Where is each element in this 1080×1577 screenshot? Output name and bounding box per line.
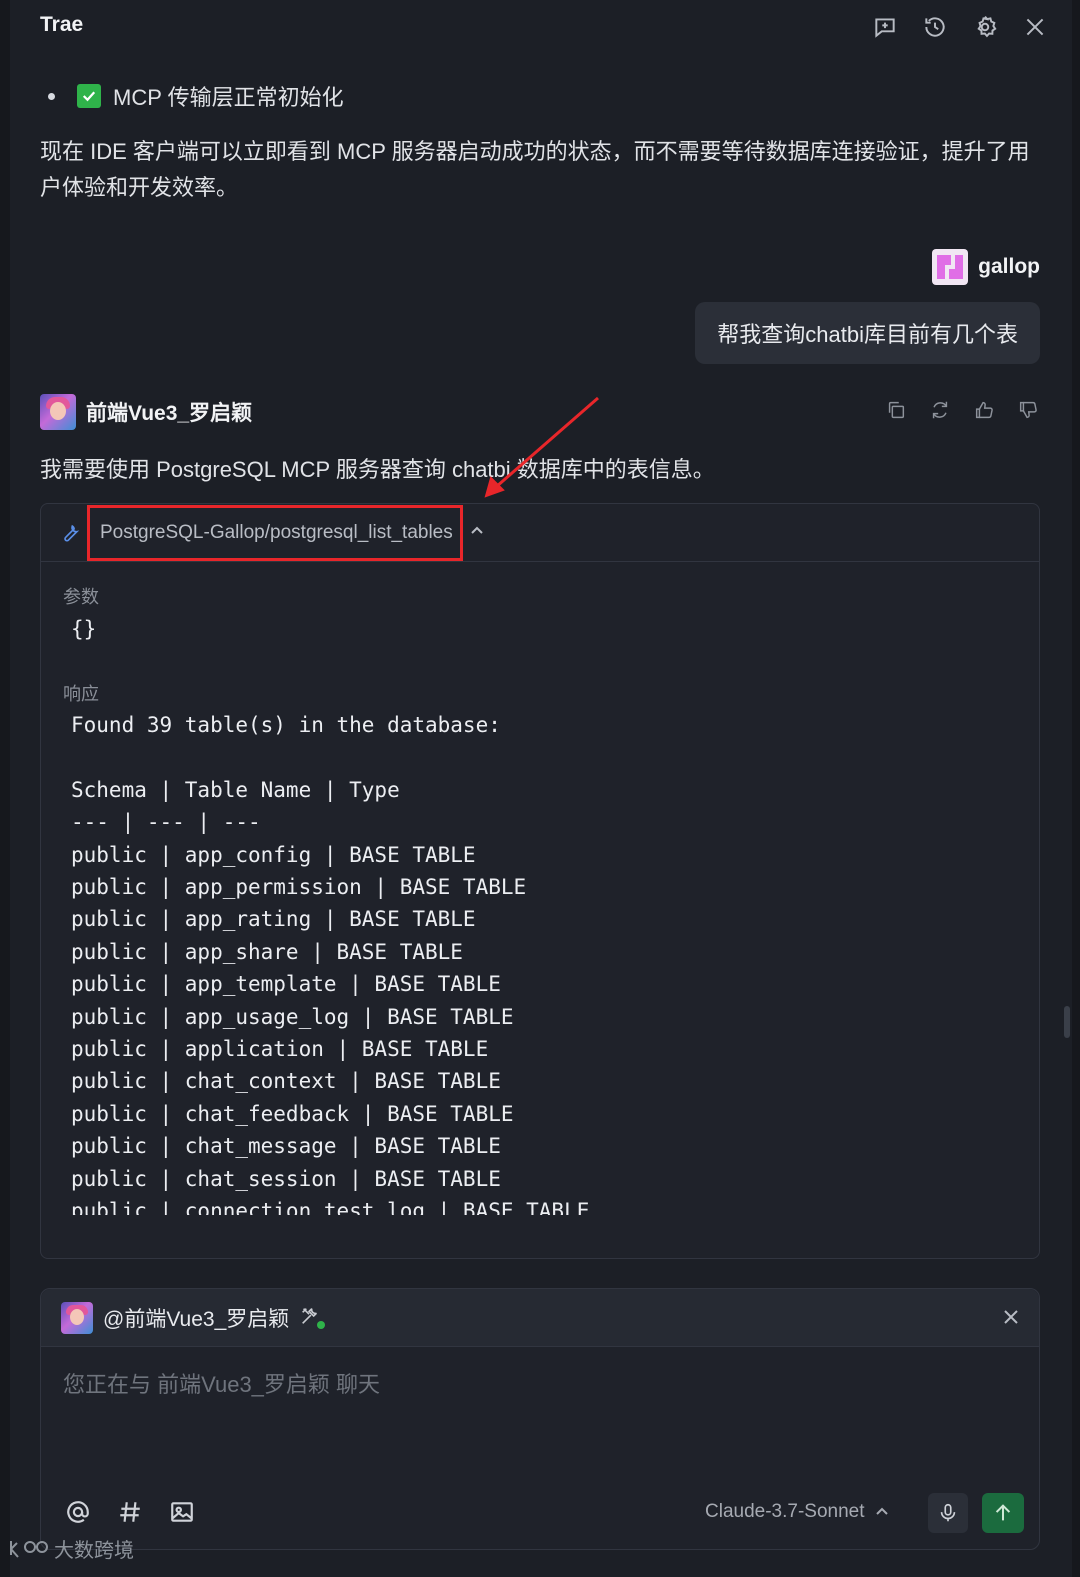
response-line: Schema | Table Name | Type [71,777,400,802]
app-title: Trae [40,13,84,36]
agent-avatar [40,394,76,430]
image-icon[interactable] [167,1497,197,1527]
agent-header: 前端Vue3_罗启颖 [40,394,252,430]
model-name: Claude-3.7-Sonnet [705,1501,865,1522]
mention-bar: @前端Vue3_罗启颖 [41,1289,1039,1347]
close-icon[interactable] [1001,1307,1021,1327]
params-label: 参数 [63,587,99,607]
bullet-dot [48,92,55,100]
chat-input[interactable] [63,1367,1013,1467]
model-selector[interactable]: Claude-3.7-Sonnet [705,1501,889,1523]
response-label: 响应 [63,684,99,704]
user-name: gallop [978,255,1040,278]
answer-paragraph: 现在 IDE 客户端可以立即看到 MCP 服务器启动成功的状态，而不需要等待数据… [40,139,1030,200]
response-line: public | app_usage_log | BASE TABLE [71,1004,514,1029]
response-line: public | app_share | BASE TABLE [71,939,463,964]
response-line: public | chat_message | BASE TABLE [71,1134,501,1159]
list-item: MCP 传输层正常初始化 [48,80,344,112]
tool-call-header[interactable]: PostgreSQL-Gallop/postgresql_list_tables [41,504,1039,562]
response-line: public | application | BASE TABLE [71,1037,489,1062]
right-edge [1072,0,1080,1577]
tools-icon[interactable] [299,1305,326,1331]
response-line: public | app_permission | BASE TABLE [71,875,527,900]
scrollbar-thumb[interactable] [1064,1006,1070,1038]
panel-header: Trae [10,0,1072,52]
tool-call-card: PostgreSQL-Gallop/postgresql_list_tables… [40,503,1040,1259]
response-line [71,741,589,773]
check-mark-icon [77,84,101,108]
chat-input-card: @前端Vue3_罗启颖 Claude-3.7-Sonnet [40,1288,1040,1550]
user-header: gallop [932,249,1040,285]
response-scroll-area[interactable]: Found 39 table(s) in the database: Schem… [41,709,1039,1215]
copy-icon[interactable] [884,398,908,422]
response-line: public | chat_feedback | BASE TABLE [71,1101,514,1126]
watermark-logo [10,1540,48,1558]
response-line: public | connection_test_log | BASE TABL… [71,1199,590,1215]
status-dot [317,1320,326,1329]
arrow-up-icon [995,1504,1011,1521]
agent-message-text: 我需要使用 PostgreSQL MCP 服务器查询 chatbi 数据库中的表… [40,457,715,482]
wrench-icon [59,522,81,544]
send-button[interactable] [982,1493,1024,1533]
microphone-icon [940,1503,956,1522]
header-actions [870,12,1050,42]
response-line: public | app_template | BASE TABLE [71,972,501,997]
agent-avatar [61,1301,93,1334]
at-icon[interactable] [63,1497,93,1527]
user-message-bubble: 帮我查询chatbi库目前有几个表 [695,302,1040,364]
chevron-up-icon [875,1507,888,1515]
response-line: public | app_rating | BASE TABLE [71,907,476,932]
chevron-up-icon[interactable] [469,523,485,539]
input-tools [63,1497,197,1527]
agent-name: 前端Vue3_罗启颖 [86,402,253,425]
left-edge [0,0,10,1577]
thumbs-up-icon[interactable] [972,398,996,422]
new-chat-icon[interactable] [870,12,900,42]
params-value: {} [71,617,97,641]
watermark-text: 大数跨境 [54,1540,134,1562]
response-line: public | chat_session | BASE TABLE [71,1166,501,1191]
microphone-button[interactable] [928,1493,968,1533]
tool-name[interactable]: PostgreSQL-Gallop/postgresql_list_tables [87,505,463,561]
thumbs-down-icon[interactable] [1016,398,1040,422]
response-output: Found 39 table(s) in the database: Schem… [71,709,589,1215]
response-line: Found 39 table(s) in the database: [71,713,501,737]
mention-tag: @前端Vue3_罗启颖 [103,1307,290,1331]
response-line: public | chat_context | BASE TABLE [71,1069,501,1094]
list-item-text: MCP 传输层正常初始化 [113,85,344,110]
response-line: public | app_config | BASE TABLE [71,842,476,867]
watermark: 大数跨境 [8,1534,134,1563]
history-icon[interactable] [920,12,950,42]
trae-chat-panel: Trae MCP 传输层正常初始化 现在 IDE 客户端可以立即看到 MCP 服… [0,0,1080,1577]
response-line: --- | --- | --- [71,810,261,835]
gear-icon[interactable] [970,12,1000,42]
message-actions [884,398,1040,422]
hash-icon[interactable] [115,1497,145,1527]
refresh-icon[interactable] [928,398,952,422]
user-avatar [932,249,969,285]
close-icon[interactable] [1020,12,1050,42]
